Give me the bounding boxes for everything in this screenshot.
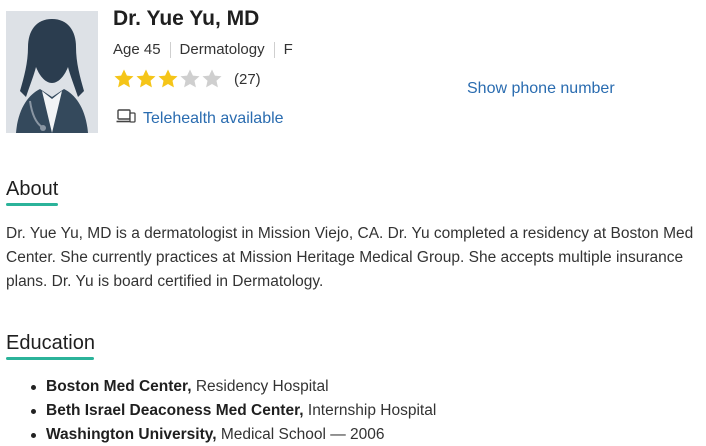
education-detail: Medical School — 2006	[216, 426, 385, 443]
review-count[interactable]: (27)	[234, 71, 261, 88]
doctor-meta: Age 45 Dermatology F	[113, 41, 293, 58]
star-rating: (27)	[113, 68, 261, 90]
telehealth-badge[interactable]: Telehealth available	[116, 108, 284, 129]
bullet-icon	[31, 409, 36, 414]
education-heading-text: Education	[6, 332, 95, 354]
about-heading-text: About	[6, 178, 59, 200]
list-item: Washington University, Medical School — …	[6, 423, 436, 446]
education-school: Beth Israel Deaconess Med Center,	[46, 402, 304, 419]
list-item: Boston Med Center, Residency Hospital	[6, 375, 436, 399]
meta-divider	[273, 41, 275, 58]
education-detail: Residency Hospital	[191, 378, 329, 395]
education-heading-underline	[6, 357, 94, 360]
rating-stars	[113, 68, 223, 90]
laptop-phone-icon	[116, 108, 136, 129]
bullet-icon	[31, 433, 36, 438]
about-heading: About	[6, 178, 59, 206]
doctor-silhouette-icon	[6, 11, 98, 133]
show-phone-link[interactable]: Show phone number	[467, 80, 615, 98]
about-text: Dr. Yue Yu, MD is a dermatologist in Mis…	[6, 225, 694, 290]
star-icon	[136, 69, 156, 88]
education-detail: Internship Hospital	[303, 402, 437, 419]
doctor-name: Dr. Yue Yu, MD	[113, 7, 260, 30]
meta-divider	[169, 41, 171, 58]
education-list: Boston Med Center, Residency Hospital Be…	[6, 375, 436, 446]
doctor-photo	[6, 11, 98, 133]
doctor-profile-page: Dr. Yue Yu, MD Age 45 Dermatology F (27)…	[0, 0, 706, 446]
telehealth-label: Telehealth available	[143, 109, 284, 127]
star-icon	[158, 69, 178, 88]
star-icon	[180, 69, 200, 88]
star-icon	[114, 69, 134, 88]
bullet-icon	[31, 385, 36, 390]
doctor-gender: F	[283, 41, 293, 58]
education-school: Washington University,	[46, 426, 217, 443]
star-icon	[202, 69, 222, 88]
list-item: Beth Israel Deaconess Med Center, Intern…	[6, 399, 436, 423]
education-school: Boston Med Center,	[46, 378, 192, 395]
doctor-specialty: Dermatology	[179, 41, 265, 58]
about-heading-underline	[6, 203, 58, 206]
education-heading: Education	[6, 332, 95, 360]
doctor-age: Age 45	[113, 41, 161, 58]
